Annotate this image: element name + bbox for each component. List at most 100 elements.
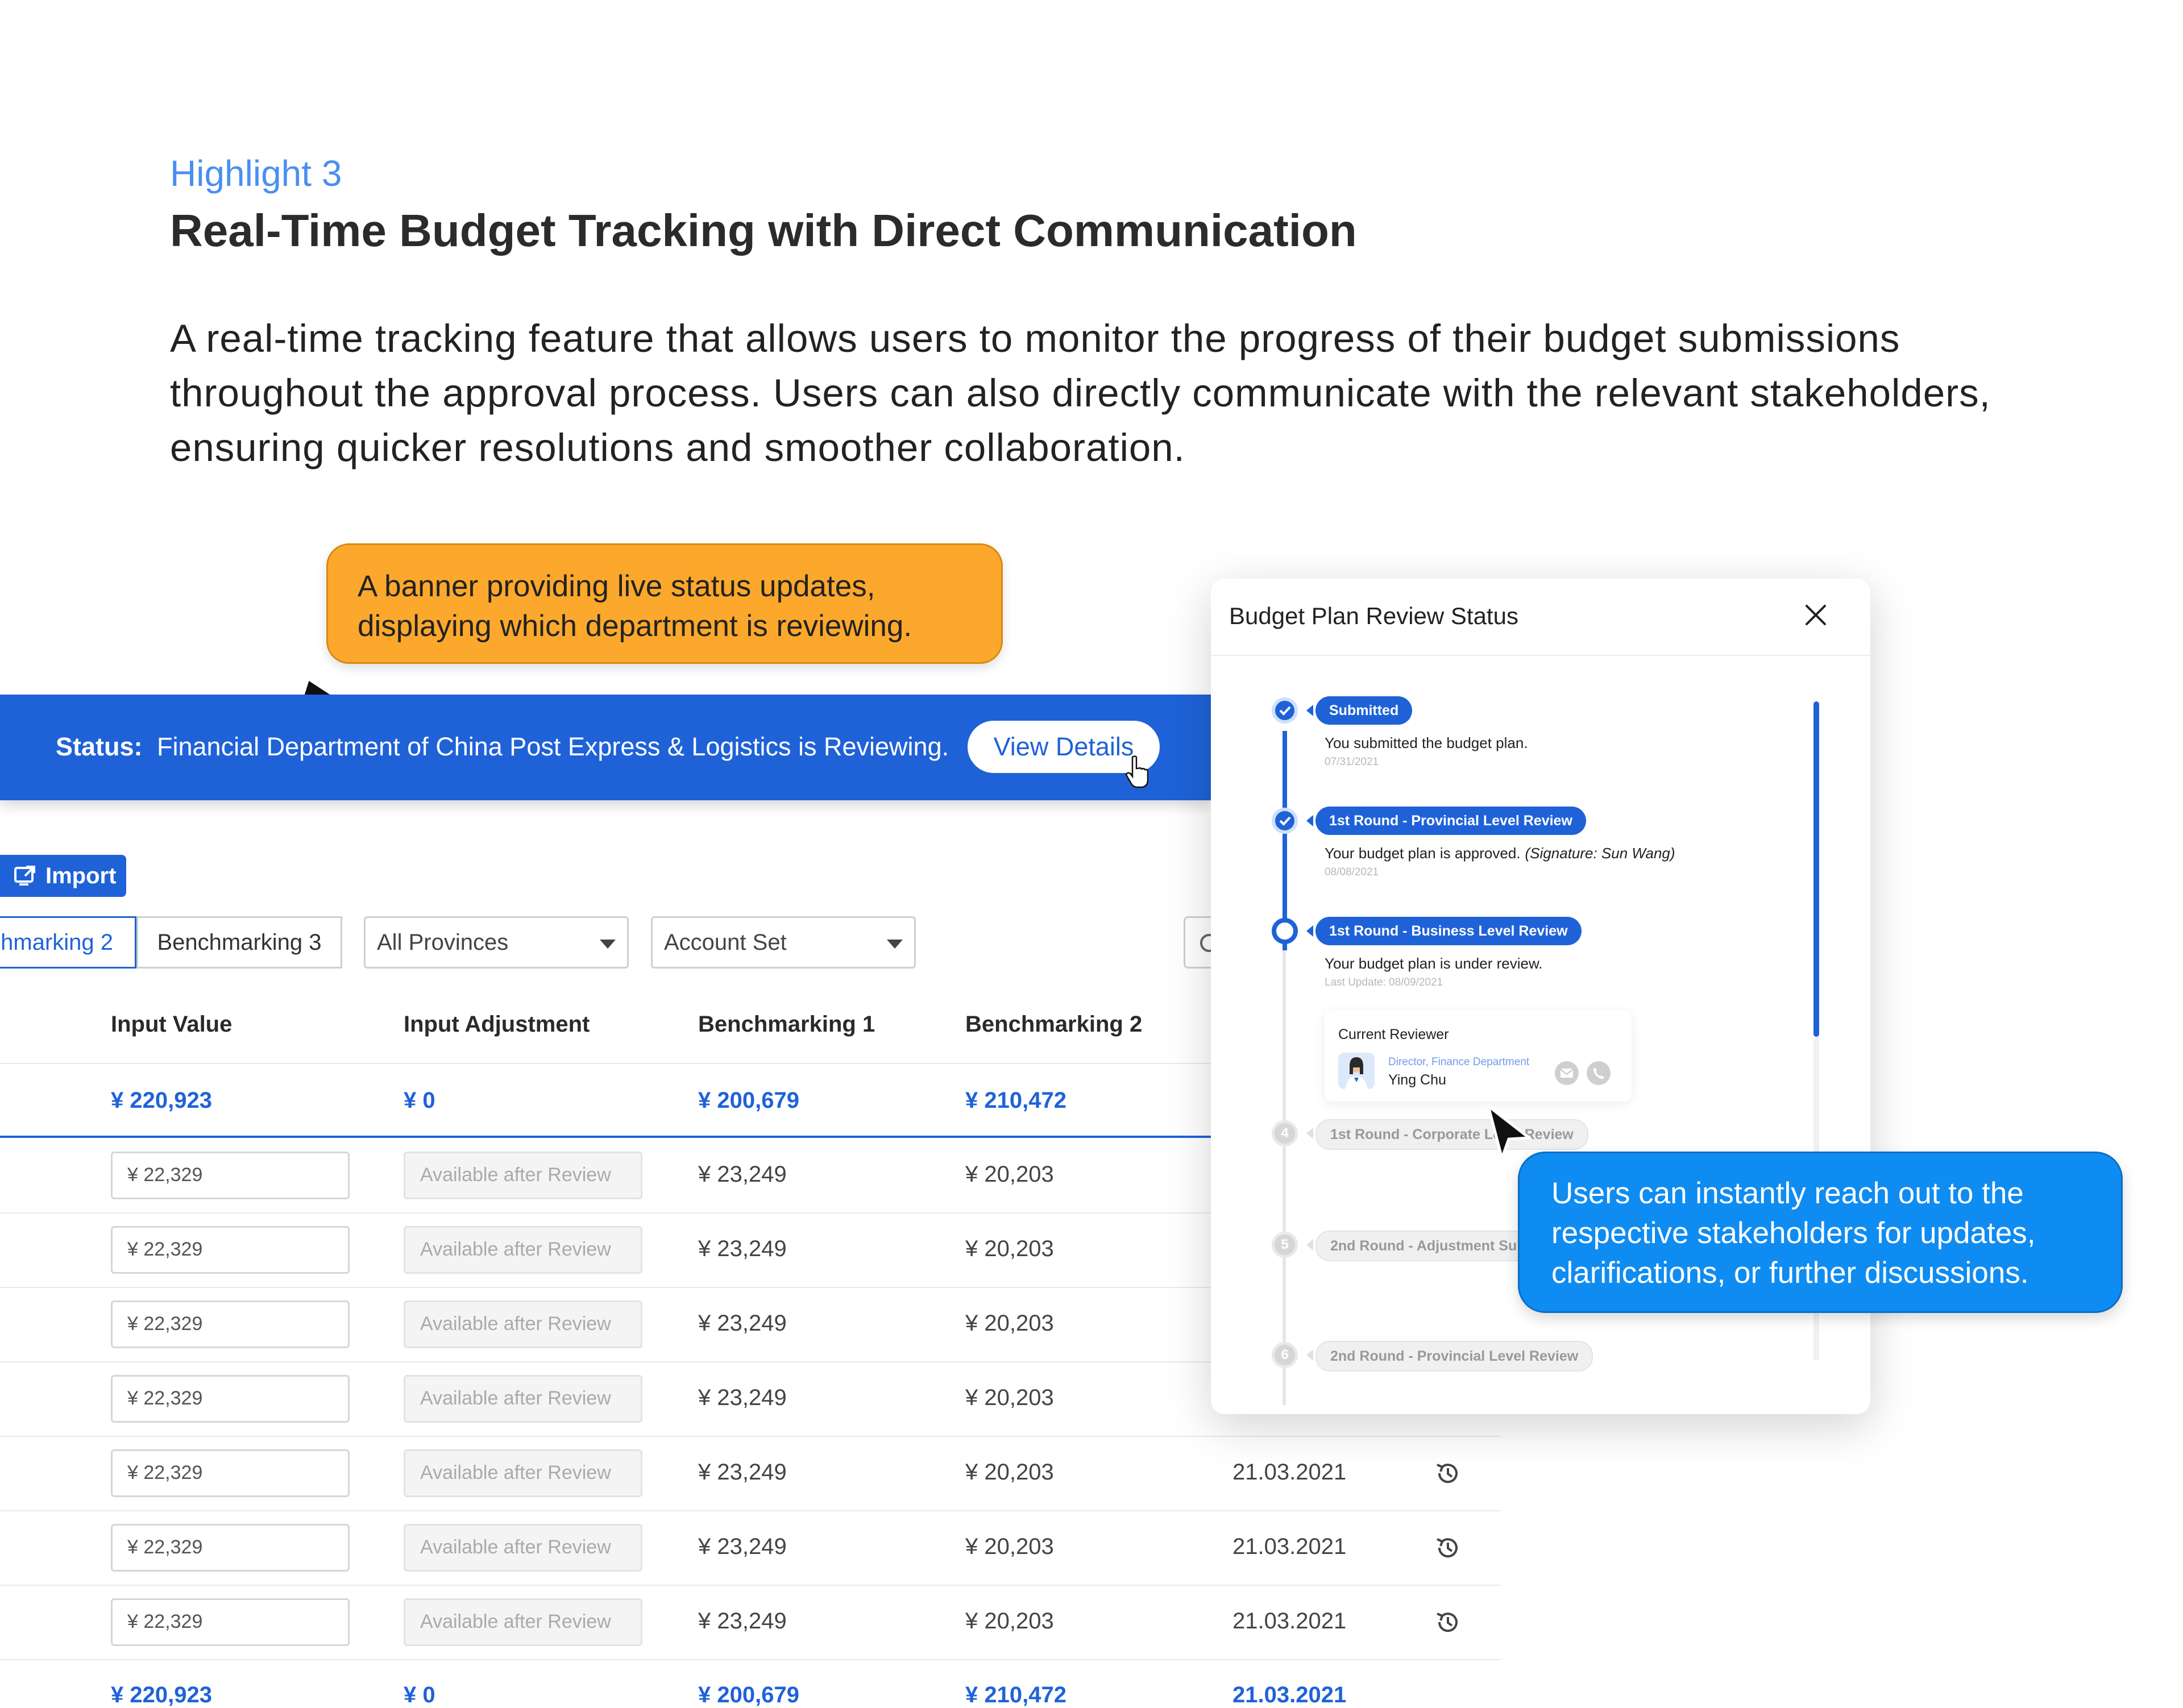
modal-divider	[1211, 655, 1870, 656]
status-label: Status:	[56, 732, 143, 761]
input-adjustment-field: Available after Review	[404, 1151, 642, 1199]
benchmarking-1-cell: ¥ 23,249	[698, 1236, 787, 1261]
step-number-icon: 5	[1272, 1232, 1298, 1258]
import-icon	[14, 866, 35, 886]
input-value-field[interactable]: ¥ 22,329	[111, 1225, 350, 1274]
benchmarking-1-cell: ¥ 23,249	[698, 1161, 787, 1187]
history-icon[interactable]	[1434, 1534, 1462, 1562]
input-adjustment-field: Available after Review	[404, 1449, 642, 1497]
step-description: Your budget plan is under review.	[1325, 955, 1543, 973]
input-adjustment-field: Available after Review	[404, 1523, 642, 1572]
step-description: You submitted the budget plan.	[1325, 734, 1528, 752]
column-header-input-value: Input Value	[111, 1012, 233, 1037]
input-value-field[interactable]: ¥ 22,329	[111, 1151, 350, 1199]
grand-total-input-value: ¥ 220,923	[111, 1682, 212, 1707]
step-complete-icon	[1272, 808, 1298, 834]
step-description-text: Your budget plan is approved.	[1325, 845, 1521, 862]
benchmarking-2-cell: ¥ 20,203	[965, 1310, 1054, 1336]
modal-title: Budget Plan Review Status	[1229, 602, 1518, 629]
input-adjustment-field: Available after Review	[404, 1225, 642, 1274]
check-icon	[1279, 706, 1291, 716]
total-row-underline	[0, 1136, 1211, 1138]
benchmarking-1-cell: ¥ 23,249	[698, 1534, 787, 1559]
banner-annotation-callout: A banner providing live status updates, …	[326, 543, 1003, 664]
step-pointer	[1306, 815, 1313, 826]
benchmarking-2-cell: ¥ 20,203	[965, 1236, 1054, 1261]
step-current-icon	[1272, 918, 1298, 944]
scrollbar-thumb[interactable]	[1813, 701, 1819, 1037]
account-select-value: Account Set	[664, 929, 787, 955]
step-pointer	[1306, 925, 1313, 937]
total-benchmarking-1: ¥ 200,679	[698, 1088, 799, 1113]
history-icon[interactable]	[1434, 1459, 1462, 1487]
input-value-field[interactable]: ¥ 22,329	[111, 1300, 350, 1348]
row-divider	[0, 1510, 1501, 1511]
benchmarking-1-cell: ¥ 23,249	[698, 1459, 787, 1485]
grand-total-benchmarking-1: ¥ 200,679	[698, 1682, 799, 1707]
column-header-benchmarking-1: Benchmarking 1	[698, 1012, 875, 1037]
province-select[interactable]: All Provinces	[364, 916, 629, 969]
step-signature-note: (Signature: Sun Wang)	[1525, 845, 1675, 862]
account-set-select[interactable]: Account Set	[651, 916, 916, 969]
input-value-field[interactable]: ¥ 22,329	[111, 1523, 350, 1572]
input-value-field[interactable]: ¥ 22,329	[111, 1374, 350, 1423]
step-label-pill: 1st Round - Corporate Level Review	[1315, 1119, 1588, 1150]
step-complete-icon	[1272, 697, 1298, 724]
grand-total-input-adjustment: ¥ 0	[404, 1682, 435, 1707]
step-pointer	[1306, 1349, 1313, 1361]
benchmarking-1-cell: ¥ 23,249	[698, 1608, 787, 1634]
benchmarking-1-cell: ¥ 23,249	[698, 1385, 787, 1410]
step-date: 07/31/2021	[1325, 756, 1379, 768]
input-value-field[interactable]: ¥ 22,329	[111, 1449, 350, 1497]
row-divider	[0, 1436, 1501, 1437]
step-description-text: Your budget plan is under review.	[1325, 955, 1543, 972]
mail-icon[interactable]	[1554, 1061, 1579, 1086]
step-date: 08/08/2021	[1325, 866, 1379, 878]
import-label: Import	[45, 863, 117, 888]
section-description: A real-time tracking feature that allows…	[170, 317, 1991, 469]
check-icon	[1279, 816, 1291, 826]
benchmarking-2-cell: ¥ 20,203	[965, 1385, 1054, 1410]
date-cell: 21.03.2021	[1232, 1608, 1347, 1634]
section-eyebrow: Highlight 3	[170, 153, 342, 194]
close-icon[interactable]	[1802, 601, 1829, 629]
total-benchmarking-2: ¥ 210,472	[965, 1088, 1066, 1113]
timeline-remaining-line	[1283, 950, 1286, 1405]
step-label-pill: Submitted	[1315, 696, 1413, 725]
benchmarking-2-cell: ¥ 20,203	[965, 1161, 1054, 1187]
input-adjustment-field: Available after Review	[404, 1300, 642, 1348]
step-description-text: You submitted the budget plan.	[1325, 734, 1528, 751]
import-button[interactable]: Import	[0, 855, 126, 897]
current-reviewer-card: Current Reviewer Director, Finance Depar…	[1325, 1011, 1632, 1102]
tab-benchmarking-3[interactable]: Benchmarking 3	[136, 916, 342, 969]
step-label-pill: 2nd Round - Provincial Level Review	[1315, 1341, 1593, 1372]
step-date: Last Update: 08/09/2021	[1325, 976, 1443, 988]
benchmarking-2-cell: ¥ 20,203	[965, 1608, 1054, 1634]
hand-cursor-icon	[1126, 755, 1148, 788]
date-cell: 21.03.2021	[1232, 1534, 1347, 1559]
section-title: Real-Time Budget Tracking with Direct Co…	[170, 205, 1357, 256]
step-description: Your budget plan is approved. (Signature:…	[1325, 845, 1675, 862]
avatar	[1338, 1053, 1375, 1089]
province-select-value: All Provinces	[377, 929, 509, 955]
grand-total-date: 21.03.2021	[1232, 1682, 1347, 1707]
total-input-adjustment: ¥ 0	[404, 1088, 435, 1113]
total-input-value: ¥ 220,923	[111, 1088, 212, 1113]
input-adjustment-field: Available after Review	[404, 1374, 642, 1423]
reviewer-name: Ying Chu	[1388, 1072, 1446, 1088]
reviewer-card-title: Current Reviewer	[1338, 1027, 1449, 1042]
input-value-field[interactable]: ¥ 22,329	[111, 1598, 350, 1646]
phone-icon[interactable]	[1586, 1061, 1611, 1086]
reviewer-role: Director, Finance Department	[1388, 1056, 1530, 1068]
history-icon[interactable]	[1434, 1608, 1462, 1636]
date-cell: 21.03.2021	[1232, 1459, 1347, 1485]
step-label-pill: 1st Round - Business Level Review	[1315, 917, 1582, 945]
row-divider	[0, 1659, 1501, 1660]
status-banner: Status: Financial Department of China Po…	[0, 695, 1211, 800]
contact-annotation-callout: Users can instantly reach out to the res…	[1518, 1152, 2123, 1313]
arrow-cursor-icon	[1487, 1104, 1531, 1160]
step-number-icon: 4	[1272, 1120, 1298, 1146]
tab-benchmarking-2[interactable]: hmarking 2	[0, 916, 136, 969]
column-header-benchmarking-2: Benchmarking 2	[965, 1012, 1143, 1037]
caret-down-icon	[887, 940, 903, 949]
